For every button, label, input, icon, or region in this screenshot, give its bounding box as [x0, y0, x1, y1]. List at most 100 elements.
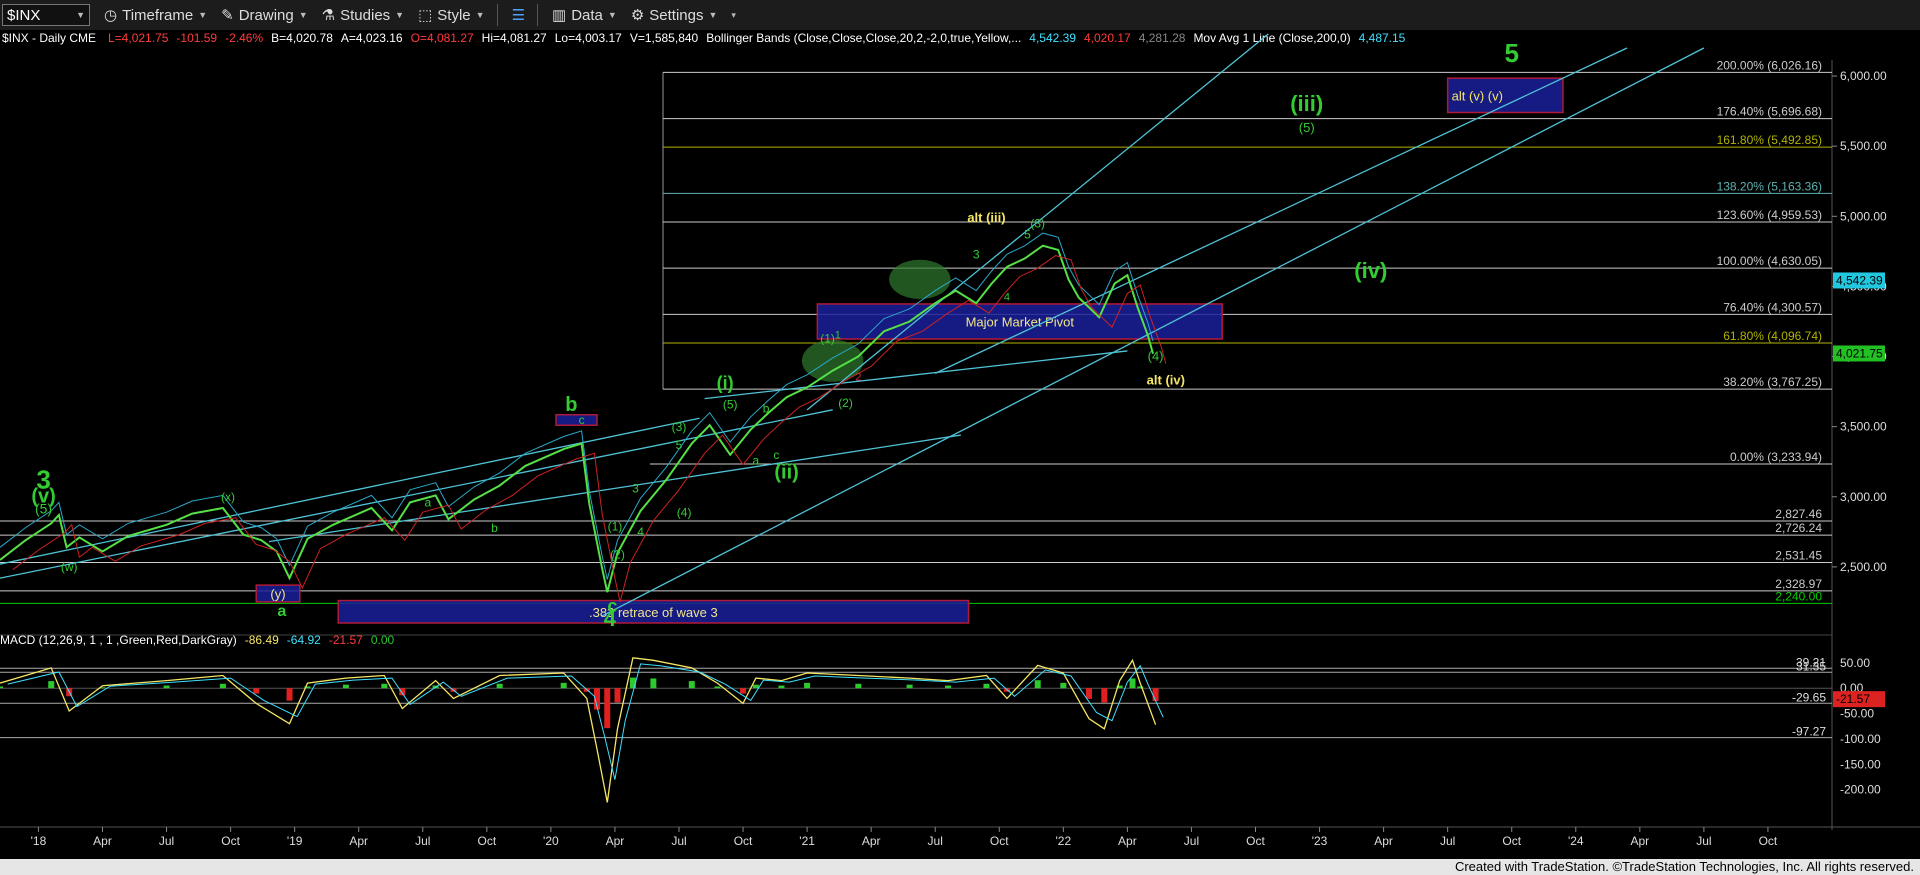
ohlc-value-4: A=4,023.16: [341, 31, 403, 45]
x-tick-label: '20: [543, 834, 559, 848]
timeframe-menu[interactable]: ◷ Timeframe ▼: [104, 6, 208, 25]
x-tick-label: '21: [799, 834, 815, 848]
ohlc-value-11: 4,020.17: [1084, 31, 1131, 45]
wave-label: c: [773, 448, 779, 462]
style-label: Style: [437, 6, 471, 24]
wave-label: 1: [835, 329, 841, 341]
toolbar-divider: [496, 4, 498, 26]
more-button[interactable]: ▾: [731, 10, 736, 21]
macd-histogram-bar: [778, 685, 785, 689]
macd-value-2: -21.57: [329, 633, 363, 647]
style-icon: ⬚: [418, 7, 433, 24]
zone-label: (y): [270, 587, 285, 602]
symbol-text: $INX: [7, 6, 41, 24]
macd-y-tick-label: -150.00: [1840, 757, 1881, 771]
copyright-text: Created with TradeStation. ©TradeStation…: [1454, 859, 1914, 874]
x-tick-label: Jul: [1184, 834, 1199, 848]
macd-histogram-bar: [614, 688, 621, 703]
ohlc-value-9: Bollinger Bands (Close,Close,Close,20,2,…: [706, 31, 1021, 45]
macd-histogram-bar: [740, 688, 747, 694]
wave-label: a: [425, 496, 432, 510]
macd-histogram-bar: [1060, 682, 1067, 689]
layout-button[interactable]: ☰: [512, 6, 525, 24]
macd-value-0: -86.49: [245, 633, 279, 647]
wave-label: 5: [676, 438, 683, 452]
x-tick-label: Jul: [415, 834, 430, 848]
flask-icon: ⚗: [321, 7, 336, 24]
y-tick-label: 3,000.00: [1840, 490, 1887, 504]
wave-label: (2): [610, 547, 625, 561]
style-menu[interactable]: ⬚ Style ▼: [418, 6, 485, 25]
wave-label: 3: [632, 482, 639, 496]
settings-label: Settings: [649, 6, 704, 24]
x-tick-label: Jul: [159, 834, 174, 848]
macd-level-label: -97.27: [1792, 725, 1826, 739]
macd-histogram-bar: [1034, 680, 1041, 689]
data-label: Data: [571, 6, 603, 24]
wave-label: 4: [1004, 291, 1010, 303]
chevron-down-icon: ▾: [731, 9, 736, 20]
y-tick-label: 5,000.00: [1840, 209, 1887, 223]
macd-histogram-bar: [983, 683, 990, 689]
macd-histogram-bar: [286, 688, 293, 701]
timeframe-label: Timeframe: [122, 6, 194, 24]
x-tick-label: Apr: [862, 834, 881, 848]
wave-label: (1): [820, 332, 835, 346]
chevron-down-icon[interactable]: ▼: [76, 10, 85, 20]
macd-level-label: -29.65: [1792, 690, 1826, 704]
ohlc-value-14: 4,487.15: [1359, 31, 1406, 45]
chevron-down-icon: ▼: [198, 10, 208, 20]
fib-level-label: 161.80% (5,492.85): [1717, 133, 1822, 147]
macd-value-badge-label: -21.57: [1836, 692, 1870, 706]
chevron-down-icon: ▼: [475, 10, 485, 20]
ohlc-value-3: B=4,020.78: [271, 31, 333, 45]
wave-label: 4: [604, 606, 617, 631]
x-tick-label: Jul: [671, 834, 686, 848]
macd-histogram-bar: [219, 683, 226, 689]
drawing-label: Drawing: [238, 6, 294, 24]
fib-level-label: 38.20% (3,767.25): [1723, 375, 1822, 389]
symbol-header: $INX - Daily CME: [2, 31, 96, 45]
support-label: 2,240.00: [1775, 589, 1822, 603]
ohlc-value-12: 4,281.28: [1139, 31, 1186, 45]
chevron-down-icon: ▼: [395, 10, 405, 20]
fib-level-label: 0.00% (3,233.94): [1730, 450, 1822, 464]
support-label: 2,726.24: [1775, 521, 1822, 535]
studies-menu[interactable]: ⚗ Studies ▼: [321, 6, 405, 25]
x-tick-label: '22: [1056, 834, 1072, 848]
macd-level-label: 31.35: [1796, 659, 1826, 673]
macd-histogram-bar: [714, 686, 721, 689]
wave-label: (5): [1299, 120, 1315, 135]
x-tick-label: '18: [31, 834, 47, 848]
drawing-menu[interactable]: ✎ Drawing ▼: [221, 6, 308, 25]
x-tick-label: Apr: [1118, 834, 1137, 848]
y-tick-label: 2,500.00: [1840, 560, 1887, 574]
macd-histogram-bar: [253, 688, 260, 694]
chart-area[interactable]: $INX - Daily CME L=4,021.75 -101.59 -2.46%…: [0, 30, 1920, 859]
wave-label: (ii): [774, 462, 798, 484]
wave-label: (i): [717, 373, 734, 393]
support-label: 2,827.46: [1775, 507, 1822, 521]
pencil-icon: ✎: [221, 7, 234, 24]
macd-histogram-bar: [0, 686, 3, 689]
data-menu[interactable]: ▥ Data ▼: [552, 6, 617, 25]
x-tick-label: '19: [287, 834, 303, 848]
ohlc-value-6: Hi=4,081.27: [482, 31, 547, 45]
price-badge-label: 4,542.39: [1836, 273, 1883, 287]
fib-level-label: 76.40% (4,300.57): [1723, 300, 1822, 314]
macd-histogram-bar: [48, 681, 55, 689]
macd-histogram-bar: [342, 684, 349, 689]
support-label: 2,328.97: [1775, 577, 1822, 591]
wave-label: (1): [608, 519, 623, 533]
settings-menu[interactable]: ⚙ Settings ▼: [631, 6, 718, 25]
footer: Created with TradeStation. ©TradeStation…: [0, 859, 1920, 875]
ohlc-value-8: V=1,585,840: [630, 31, 699, 45]
wave-label: a: [277, 603, 286, 620]
symbol-input[interactable]: $INX ▼: [2, 4, 90, 26]
price-badge-label: 4,021.75: [1836, 346, 1883, 360]
zone-box: [555, 413, 598, 426]
wave-label: 2: [855, 371, 861, 383]
x-tick-label: Oct: [1246, 834, 1265, 848]
chevron-down-icon: ▼: [607, 10, 617, 20]
highlight-ellipse: [889, 259, 951, 300]
